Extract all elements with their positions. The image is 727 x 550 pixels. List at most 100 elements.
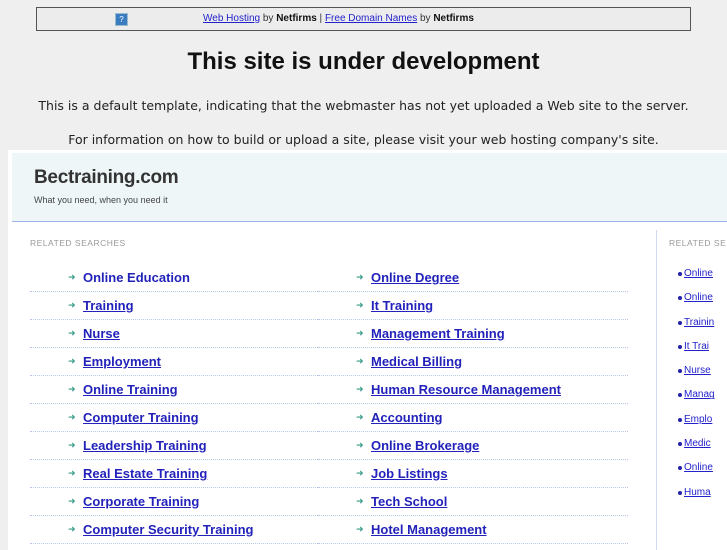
side-list-item: Nurse <box>678 365 715 389</box>
list-item: ➜ Human Resource Management <box>318 376 628 404</box>
web-hosting-link[interactable]: Web Hosting <box>203 13 260 24</box>
arrow-icon: ➜ <box>68 301 76 311</box>
related-link[interactable]: Computer Training <box>83 410 199 425</box>
arrow-icon: ➜ <box>356 469 364 479</box>
list-item: ➜ Training <box>30 292 320 320</box>
side-list-item: It Trai <box>678 341 715 365</box>
arrow-icon: ➜ <box>356 441 364 451</box>
netfirms-text: Netfirms <box>276 13 317 24</box>
side-list-item: Trainin <box>678 317 715 341</box>
side-related-label: RELATED SE <box>669 238 727 248</box>
related-link[interactable]: Real Estate Training <box>83 466 207 481</box>
side-link[interactable]: Online <box>684 268 713 279</box>
list-item: ➜ Leadership Training <box>30 432 320 460</box>
bullet-icon <box>678 466 682 471</box>
related-link[interactable]: Job Listings <box>371 466 448 481</box>
side-links: Online Online Trainin It Trai Nurse Manag Empl… <box>678 268 715 511</box>
side-link[interactable]: Nurse <box>684 365 711 376</box>
site-tagline: What you need, when you need it <box>34 195 168 205</box>
list-item: ➜ Online Brokerage <box>318 432 628 460</box>
side-list-item: Online <box>678 462 715 486</box>
related-link[interactable]: Hotel Management <box>371 522 487 537</box>
related-link[interactable]: Medical Billing <box>371 354 462 369</box>
arrow-icon: ➜ <box>68 273 76 283</box>
related-link[interactable]: Computer Security Training <box>83 522 253 537</box>
related-link[interactable]: Human Resource Management <box>371 382 561 397</box>
list-item: ➜ Medical Billing <box>318 348 628 376</box>
arrow-icon: ➜ <box>356 357 364 367</box>
related-link[interactable]: Accounting <box>371 410 443 425</box>
related-link[interactable]: Leadership Training <box>83 438 207 453</box>
arrow-icon: ➜ <box>356 273 364 283</box>
bullet-icon <box>678 369 682 374</box>
question-icon[interactable]: ? <box>115 13 128 26</box>
arrow-icon: ➜ <box>356 301 364 311</box>
site-header: Bectraining.com What you need, when you … <box>12 153 727 222</box>
arrow-icon: ➜ <box>356 385 364 395</box>
related-link[interactable]: Training <box>83 298 134 313</box>
arrow-icon: ➜ <box>68 385 76 395</box>
side-link[interactable]: Trainin <box>684 317 714 328</box>
related-left-column: ➜ Online Education ➜ Training ➜ Nurse ➜ Employm… <box>30 264 320 544</box>
info-text: For information on how to build or uploa… <box>68 132 659 147</box>
related-link[interactable]: It Training <box>371 298 433 313</box>
side-link[interactable]: It Trai <box>684 341 709 352</box>
bullet-icon <box>678 296 682 301</box>
parked-page-frame: Bectraining.com What you need, when you … <box>8 150 727 550</box>
bullet-icon <box>678 393 682 398</box>
list-item: ➜ Nurse <box>30 320 320 348</box>
bullet-icon <box>678 490 682 495</box>
list-item: ➜ Computer Security Training <box>30 516 320 544</box>
by-text: by <box>260 13 277 24</box>
bullet-icon <box>678 320 682 325</box>
arrow-icon: ➜ <box>68 497 76 507</box>
netfirms-text: Netfirms <box>433 13 474 24</box>
related-link[interactable]: Corporate Training <box>83 494 199 509</box>
related-link[interactable]: Online Education <box>83 270 190 285</box>
side-list-item: Medic <box>678 438 715 462</box>
arrow-icon: ➜ <box>356 525 364 535</box>
related-link[interactable]: Online Training <box>83 382 178 397</box>
arrow-icon: ➜ <box>68 469 76 479</box>
list-item: ➜ Online Education <box>30 264 320 292</box>
side-list-item: Emplo <box>678 414 715 438</box>
side-list-item: Huma <box>678 487 715 511</box>
list-item: ➜ Online Degree <box>318 264 628 292</box>
related-link[interactable]: Tech School <box>371 494 447 509</box>
site-name[interactable]: Bectraining.com <box>34 167 179 189</box>
list-item: ➜ Tech School <box>318 488 628 516</box>
side-link[interactable]: Emplo <box>684 414 712 425</box>
free-domain-link[interactable]: Free Domain Names <box>325 13 417 24</box>
arrow-icon: ➜ <box>68 357 76 367</box>
side-link[interactable]: Manag <box>684 389 715 400</box>
related-searches-label: RELATED SEARCHES <box>30 238 126 248</box>
info-text: This is a default template, indicating t… <box>38 98 689 113</box>
related-link[interactable]: Online Degree <box>371 270 459 285</box>
separator: | <box>316 13 325 24</box>
list-item: ➜ Employment <box>30 348 320 376</box>
list-item: ➜ Hotel Management <box>318 516 628 544</box>
hosting-banner: ? Web Hosting by Netfirms | Free Domain … <box>36 7 691 31</box>
side-link[interactable]: Huma <box>684 487 711 498</box>
bullet-icon <box>678 272 682 276</box>
side-link[interactable]: Medic <box>684 438 711 449</box>
related-link[interactable]: Management Training <box>371 326 505 341</box>
related-right-column: ➜ Online Degree ➜ It Training ➜ Management Tr… <box>318 264 628 544</box>
bullet-icon <box>678 417 682 422</box>
related-link[interactable]: Nurse <box>83 326 120 341</box>
banner-text: Web Hosting by Netfirms | Free Domain Na… <box>203 13 474 24</box>
side-list-item: Online <box>678 292 715 316</box>
arrow-icon: ➜ <box>68 329 76 339</box>
related-link[interactable]: Employment <box>83 354 161 369</box>
side-link[interactable]: Online <box>684 462 713 473</box>
by-text: by <box>417 13 434 24</box>
side-link[interactable]: Online <box>684 292 713 303</box>
side-list-item: Manag <box>678 389 715 413</box>
list-item: ➜ Accounting <box>318 404 628 432</box>
bullet-icon <box>678 344 682 349</box>
arrow-icon: ➜ <box>356 329 364 339</box>
related-link[interactable]: Online Brokerage <box>371 438 479 453</box>
arrow-icon: ➜ <box>68 525 76 535</box>
arrow-icon: ➜ <box>68 441 76 451</box>
page-title: This site is under development <box>187 48 540 75</box>
